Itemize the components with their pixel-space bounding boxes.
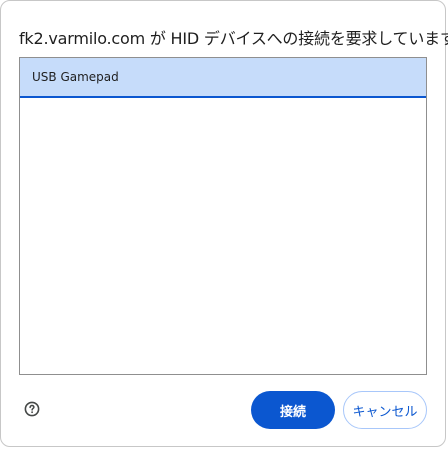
device-item[interactable]: USB Gamepad — [20, 58, 426, 98]
question-circle-icon — [24, 401, 40, 417]
connect-button[interactable]: 接続 — [251, 391, 335, 429]
device-list[interactable]: USB Gamepad — [19, 57, 427, 375]
cancel-button[interactable]: キャンセル — [343, 391, 427, 429]
hid-permission-dialog: fk2.varmilo.com が HID デバイスへの接続を要求しています U… — [0, 0, 448, 447]
help-icon[interactable] — [24, 401, 40, 417]
dialog-title: fk2.varmilo.com が HID デバイスへの接続を要求しています — [19, 29, 448, 48]
device-item-label: USB Gamepad — [32, 70, 119, 84]
